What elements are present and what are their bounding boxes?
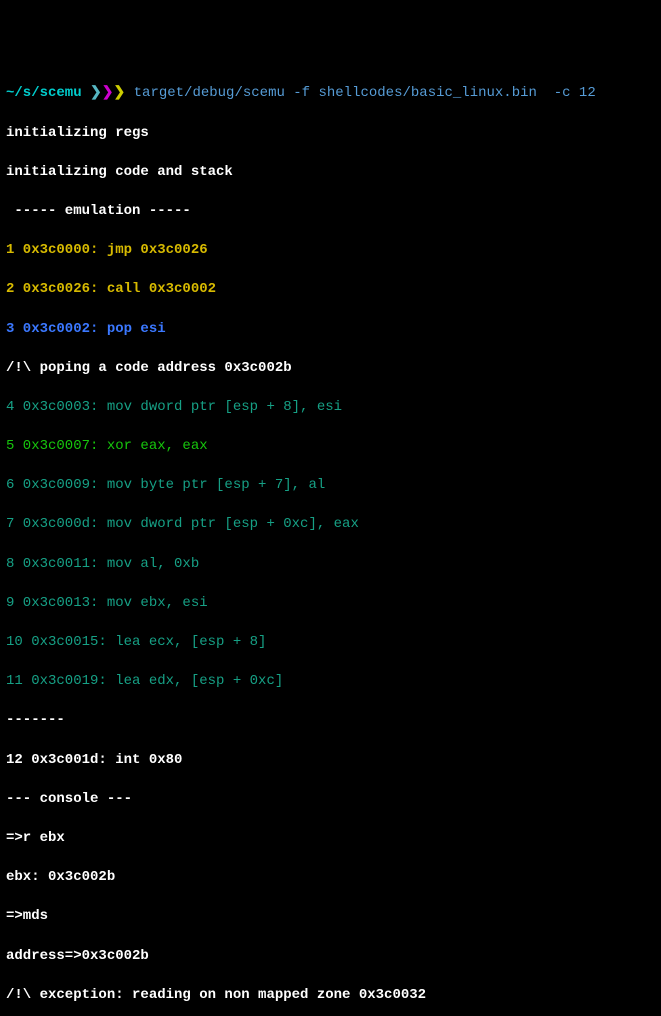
- ebx-value: ebx: 0x3c002b: [6, 868, 655, 888]
- instr-1: 1 0x3c0000: jmp 0x3c0026: [6, 241, 655, 261]
- prompt-path: ~/s/scemu: [6, 85, 82, 101]
- console-cmd-mds[interactable]: =>mds: [6, 907, 655, 927]
- address-input[interactable]: address=>0x3c002b: [6, 947, 655, 967]
- instr-11: 11 0x3c0019: lea edx, [esp + 0xc]: [6, 672, 655, 692]
- instr-2: 2 0x3c0026: call 0x3c0002: [6, 280, 655, 300]
- prompt-arrows: ❯❯❯: [90, 85, 125, 101]
- instr-8: 8 0x3c0011: mov al, 0xb: [6, 555, 655, 575]
- console-cmd-r-ebx[interactable]: =>r ebx: [6, 829, 655, 849]
- instr-12: 12 0x3c001d: int 0x80: [6, 751, 655, 771]
- instr-9: 9 0x3c0013: mov ebx, esi: [6, 594, 655, 614]
- instr-6: 6 0x3c0009: mov byte ptr [esp + 7], al: [6, 476, 655, 496]
- instr-3: 3 0x3c0002: pop esi: [6, 320, 655, 340]
- command: target/debug/scemu -f shellcodes/basic_l…: [134, 85, 596, 101]
- emulation-header: ----- emulation -----: [6, 202, 655, 222]
- prompt-line[interactable]: ~/s/scemu ❯❯❯ target/debug/scemu -f shel…: [6, 84, 655, 104]
- init-code-stack: initializing code and stack: [6, 163, 655, 183]
- instr-7: 7 0x3c000d: mov dword ptr [esp + 0xc], e…: [6, 515, 655, 535]
- exception-msg: /!\ exception: reading on non mapped zon…: [6, 986, 655, 1006]
- instr-4: 4 0x3c0003: mov dword ptr [esp + 8], esi: [6, 398, 655, 418]
- instr-10: 10 0x3c0015: lea ecx, [esp + 8]: [6, 633, 655, 653]
- init-regs: initializing regs: [6, 124, 655, 144]
- console-header: --- console ---: [6, 790, 655, 810]
- instr-5: 5 0x3c0007: xor eax, eax: [6, 437, 655, 457]
- separator: -------: [6, 711, 655, 731]
- warn-pop: /!\ poping a code address 0x3c002b: [6, 359, 655, 379]
